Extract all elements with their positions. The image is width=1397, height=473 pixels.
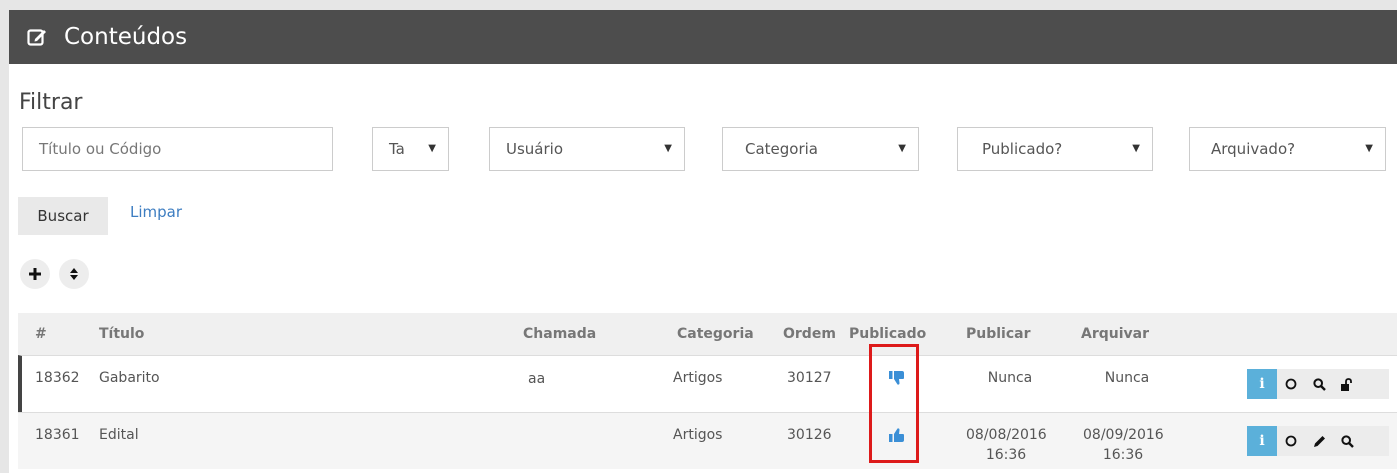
circle-icon <box>1285 435 1297 447</box>
row-publish-time: 16:36 <box>985 447 1027 463</box>
archived-select[interactable]: Arquivado? ▼ <box>1189 127 1386 171</box>
archived-select-value: Arquivado? <box>1211 140 1296 158</box>
circle-icon <box>1285 378 1297 390</box>
caret-down-icon: ▼ <box>1365 143 1373 154</box>
col-header-title[interactable]: Título <box>99 326 144 342</box>
caret-down-icon: ▼ <box>428 143 436 154</box>
clear-link[interactable]: Limpar <box>130 203 182 221</box>
user-select[interactable]: Usuário ▼ <box>489 127 685 171</box>
row-archive-date: 08/09/2016 <box>1083 427 1164 443</box>
table-row[interactable]: 18361 Edital Artigos 30126 08/08/2016 16… <box>18 412 1397 469</box>
col-header-archive-date[interactable]: Arquivar <box>1081 326 1149 342</box>
content-table: # Título Chamada Categoria Ordem Publica… <box>18 313 1397 469</box>
unlock-button[interactable] <box>1333 369 1361 399</box>
filter-heading: Filtrar <box>19 90 83 115</box>
row-id: 18362 <box>35 370 80 386</box>
row-title: Edital <box>99 427 139 443</box>
caret-down-icon: ▼ <box>664 143 672 154</box>
row-archive-date: Nunca <box>1104 370 1150 386</box>
col-header-published[interactable]: Publicado <box>849 326 926 342</box>
search-icon <box>1312 377 1326 391</box>
tags-select-value: Ta <box>389 140 405 158</box>
search-button[interactable]: Buscar <box>18 197 108 235</box>
row-category: Artigos <box>673 370 723 386</box>
edit-icon <box>27 29 46 46</box>
panel-header: Conteúdos <box>9 10 1397 64</box>
search-icon <box>1340 434 1354 448</box>
row-archive-time: 16:36 <box>1102 447 1144 463</box>
category-select-value: Categoria <box>745 140 819 158</box>
search-input[interactable]: Título ou Código <box>22 127 333 171</box>
pencil-icon <box>1313 435 1325 447</box>
caret-down-icon: ▼ <box>898 143 906 154</box>
toggle-button[interactable] <box>1277 369 1305 399</box>
col-header-order[interactable]: Ordem <box>783 326 836 342</box>
col-header-category[interactable]: Categoria <box>677 326 754 342</box>
view-button[interactable] <box>1305 369 1333 399</box>
user-select-value: Usuário <box>506 140 564 158</box>
table-header: # Título Chamada Categoria Ordem Publica… <box>18 313 1397 355</box>
content-panel: Conteúdos Filtrar Título ou Código Ta ▼ … <box>9 10 1397 473</box>
row-id: 18361 <box>35 427 80 443</box>
published-select-value: Publicado? <box>982 140 1063 158</box>
row-publish-date: 08/08/2016 <box>966 427 1047 443</box>
sort-icon <box>70 268 78 280</box>
info-icon: i <box>1259 433 1265 449</box>
col-header-call[interactable]: Chamada <box>523 326 596 342</box>
search-placeholder: Título ou Código <box>39 140 162 158</box>
row-order: 30127 <box>787 370 832 386</box>
info-button[interactable]: i <box>1247 369 1277 399</box>
row-title: Gabarito <box>99 370 160 386</box>
category-select[interactable]: Categoria ▼ <box>722 127 919 171</box>
published-select[interactable]: Publicado? ▼ <box>957 127 1153 171</box>
unlock-icon <box>1341 377 1352 391</box>
toggle-button[interactable] <box>1277 426 1305 456</box>
row-actions: i <box>1247 426 1389 456</box>
row-publish-date: Nunca <box>987 370 1033 386</box>
caret-down-icon: ▼ <box>1132 143 1140 154</box>
row-order: 30126 <box>787 427 832 443</box>
table-row[interactable]: 18362 Gabarito aa Artigos 30127 Nunca Nu… <box>18 355 1397 412</box>
sort-button[interactable] <box>59 259 89 289</box>
page-title: Conteúdos <box>64 24 188 50</box>
edit-button[interactable] <box>1305 426 1333 456</box>
highlight-box <box>869 344 919 463</box>
info-button[interactable]: i <box>1247 426 1277 456</box>
tags-select[interactable]: Ta ▼ <box>372 127 449 171</box>
col-header-publish-date[interactable]: Publicar <box>966 326 1031 342</box>
info-icon: i <box>1259 376 1265 392</box>
view-button[interactable] <box>1333 426 1361 456</box>
row-actions: i <box>1247 369 1389 399</box>
row-category: Artigos <box>673 427 723 443</box>
plus-icon <box>29 268 41 280</box>
row-call: aa <box>528 371 546 387</box>
add-button[interactable] <box>20 259 50 289</box>
col-header-id[interactable]: # <box>35 326 47 342</box>
